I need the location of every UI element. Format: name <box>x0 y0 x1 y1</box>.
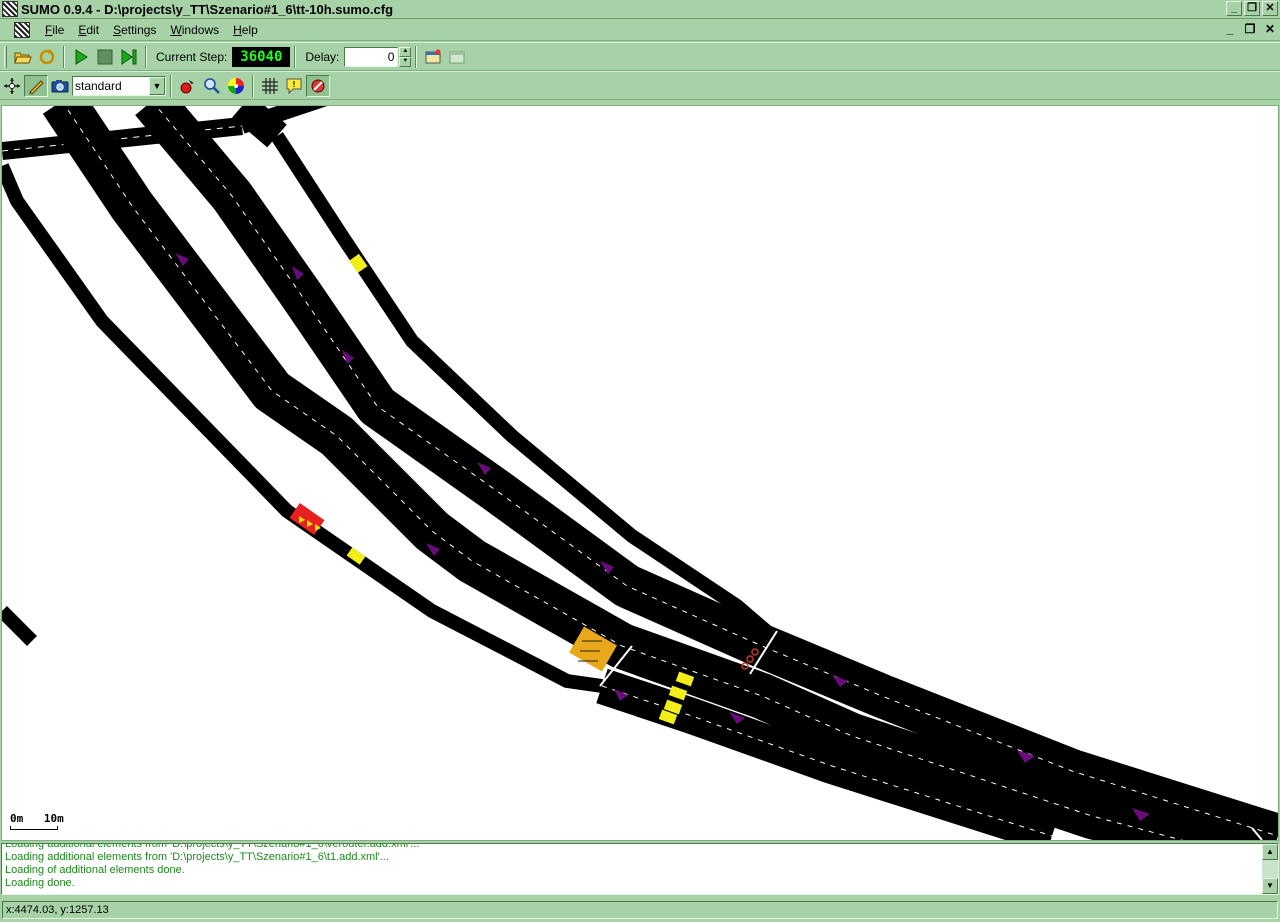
spinner-up-icon[interactable]: ▲ <box>399 46 412 57</box>
scale-bar: 0m 10m <box>10 812 64 830</box>
chevron-down-icon[interactable]: ▼ <box>149 76 165 95</box>
log-scrollbar[interactable]: ▲ ▼ <box>1262 844 1278 894</box>
log-line: Loading additional elements from 'D:\pro… <box>5 851 389 863</box>
new-view-icon[interactable] <box>421 46 445 68</box>
menu-windows[interactable]: Windows <box>163 23 226 37</box>
toolbar-separator <box>252 74 254 97</box>
color-scheme-value: standard <box>75 78 122 93</box>
scale-zero-label: 0m <box>10 812 24 825</box>
new-3d-view-icon[interactable] <box>445 46 469 68</box>
network-view-canvas[interactable]: 0m 10m <box>1 105 1279 841</box>
document-icon[interactable] <box>14 22 30 38</box>
message-log: Loading additional elements from 'D:\pro… <box>1 843 1279 895</box>
recenter-view-icon[interactable] <box>0 75 24 97</box>
locate-junction-icon[interactable] <box>176 75 200 97</box>
toolbar-separator <box>63 45 65 68</box>
sumo-app-icon <box>2 1 18 17</box>
lock-view-icon[interactable] <box>306 74 330 97</box>
toolbar-separator <box>170 74 172 97</box>
menu-bar: File Edit Settings Windows Help _ ❐ ✕ <box>0 20 1280 41</box>
scale-ten-label: 10m <box>43 812 64 825</box>
edit-coloring-icon[interactable] <box>24 74 48 97</box>
svg-text:!: ! <box>293 80 296 89</box>
cursor-coordinates: x:4474.03, y:1257.13 <box>2 901 1278 919</box>
menu-settings[interactable]: Settings <box>106 23 163 37</box>
window-minimize-button[interactable]: _ <box>1226 1 1242 16</box>
scale-line <box>10 826 58 830</box>
toolbar-separator <box>294 45 297 68</box>
window-close-button[interactable]: ✕ <box>1262 1 1278 16</box>
delay-spinner[interactable]: ▲ ▼ <box>399 46 412 67</box>
color-wheel-icon[interactable] <box>224 75 248 97</box>
toolbar-separator <box>145 45 147 68</box>
menu-help[interactable]: Help <box>226 23 265 37</box>
log-line: Loading of additional elements done. <box>5 864 185 876</box>
grid-toggle-icon[interactable] <box>258 75 282 97</box>
current-step-display: 36040 <box>232 46 291 67</box>
tooltips-toggle-icon[interactable]: ! <box>282 75 306 97</box>
reload-icon[interactable] <box>35 46 59 68</box>
screenshot-camera-icon[interactable] <box>48 75 72 97</box>
window-title: SUMO 0.9.4 - D:\projects\y_TT\Szenario#1… <box>21 1 394 17</box>
menu-file[interactable]: File <box>38 23 71 37</box>
start-simulation-icon[interactable] <box>69 46 93 68</box>
child-close-button[interactable]: ✕ <box>1262 22 1278 36</box>
toolbar-grip[interactable] <box>4 45 7 68</box>
scroll-down-icon[interactable]: ▼ <box>1262 878 1278 894</box>
view-toolbar: standard ▼ ! <box>0 71 1280 100</box>
stop-simulation-icon[interactable] <box>93 46 117 68</box>
color-scheme-select[interactable]: standard ▼ <box>72 75 166 96</box>
open-folder-icon[interactable] <box>11 46 35 68</box>
delay-input[interactable]: 0 <box>344 46 399 67</box>
single-step-icon[interactable] <box>117 46 141 68</box>
menu-edit[interactable]: Edit <box>71 23 106 37</box>
log-line: Loading done. <box>5 877 75 889</box>
simulation-toolbar: Current Step: 36040 Delay: 0 ▲ ▼ <box>0 42 1280 71</box>
road-network <box>2 106 1278 840</box>
delay-label: Delay: <box>305 49 340 64</box>
window-restore-button[interactable]: ❐ <box>1244 1 1260 16</box>
scroll-up-icon[interactable]: ▲ <box>1262 844 1278 860</box>
status-bar: x:4474.03, y:1257.13 <box>0 898 1280 922</box>
toolbar-separator <box>415 45 418 68</box>
child-minimize-button[interactable]: _ <box>1222 22 1238 36</box>
title-bar: SUMO 0.9.4 - D:\projects\y_TT\Szenario#1… <box>0 0 1280 19</box>
spinner-down-icon[interactable]: ▼ <box>399 56 412 67</box>
current-step-label: Current Step: <box>156 49 228 64</box>
log-line: Loading additional elements from 'D:\pro… <box>5 843 420 850</box>
search-icon[interactable] <box>200 75 224 97</box>
child-restore-button[interactable]: ❐ <box>1242 22 1258 36</box>
